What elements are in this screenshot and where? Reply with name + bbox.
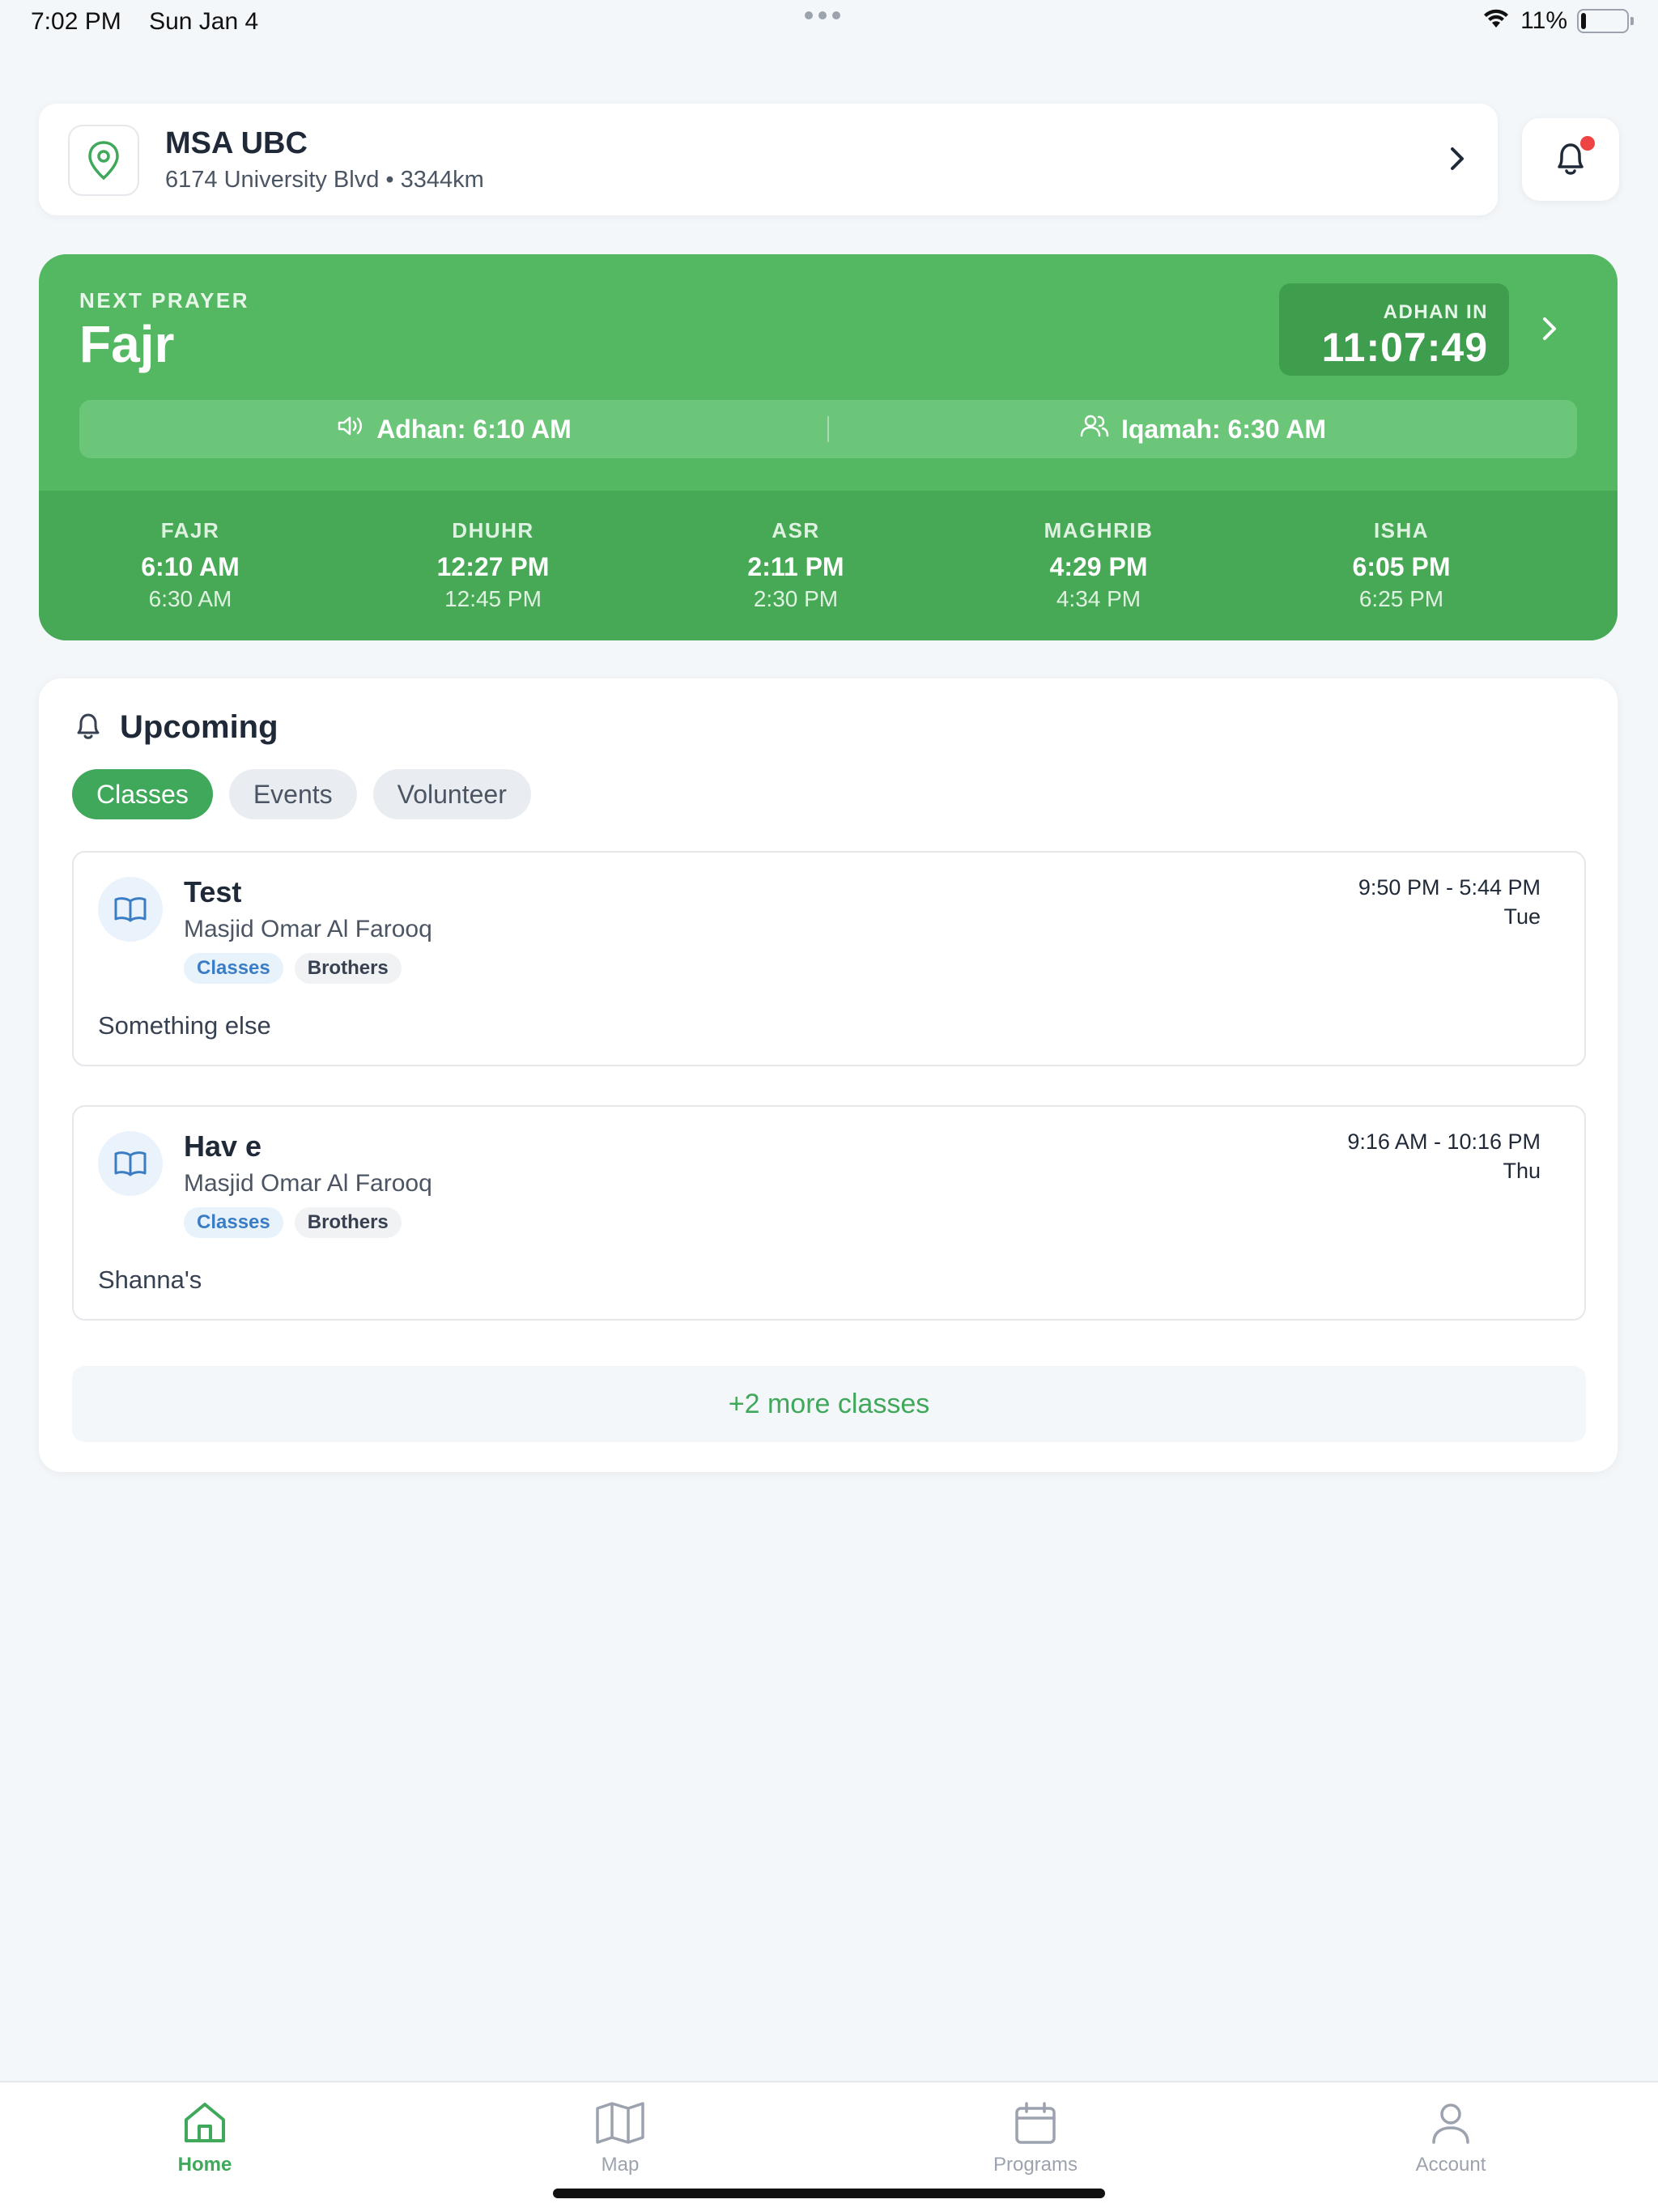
- class-location: Masjid Omar Al Farooq: [184, 1170, 432, 1197]
- class-day: Thu: [1503, 1159, 1541, 1183]
- upcoming-section: Upcoming Classes Events Volunteer Test M…: [39, 678, 1618, 1472]
- class-item[interactable]: Test Masjid Omar Al Farooq Classes Broth…: [72, 851, 1586, 1066]
- home-indicator[interactable]: [553, 2189, 1105, 2198]
- class-title: Test: [184, 875, 242, 908]
- nav-map[interactable]: Map: [539, 2094, 701, 2176]
- adhan-countdown: ADHAN IN 11:07:49: [1279, 283, 1509, 376]
- bell-icon: [73, 709, 104, 746]
- countdown-value: 11:07:49: [1321, 325, 1488, 370]
- book-icon: [98, 877, 163, 942]
- class-description: Something else: [98, 1011, 271, 1040]
- class-time: 9:16 AM - 10:16 PM: [1347, 1129, 1541, 1154]
- wifi-icon: [1482, 6, 1511, 36]
- nav-programs[interactable]: Programs: [954, 2094, 1116, 2176]
- notifications-button[interactable]: [1522, 118, 1619, 201]
- prayer-iqamah-time: 6:25 PM: [1358, 586, 1444, 611]
- user-icon: [1370, 2094, 1532, 2152]
- class-description: Shanna's: [98, 1266, 202, 1294]
- category-tag: Classes: [184, 1207, 283, 1238]
- class-item[interactable]: Hav e Masjid Omar Al Farooq Classes Brot…: [72, 1105, 1586, 1321]
- status-clock: 7:02 PM Sun Jan 4: [31, 8, 258, 36]
- upcoming-tabs: Classes Events Volunteer: [72, 769, 531, 819]
- users-icon: [1079, 413, 1110, 445]
- iqamah-text: Iqamah: 6:30 AM: [1120, 414, 1327, 444]
- prayer-name: ASR: [772, 518, 820, 542]
- location-pin-icon: [68, 125, 139, 196]
- status-bar: 7:02 PM Sun Jan 4 11%: [0, 0, 1658, 45]
- adhan-iqamah-bar: Adhan: 6:10 AM Iqamah: 6:30 AM: [79, 400, 1577, 458]
- class-tags: Classes Brothers: [184, 953, 402, 984]
- notification-badge: [1580, 136, 1595, 151]
- tab-events[interactable]: Events: [228, 769, 357, 819]
- more-classes-button[interactable]: +2 more classes: [72, 1366, 1586, 1442]
- class-title: Hav e: [184, 1129, 262, 1163]
- next-prayer-name: Fajr: [79, 315, 175, 373]
- prayer-adhan-time: 2:11 PM: [747, 552, 844, 581]
- home-icon: [124, 2094, 286, 2152]
- prayer-name: ISHA: [1373, 518, 1430, 542]
- prayer-iqamah-time: 6:30 AM: [148, 586, 232, 611]
- status-date: Sun Jan 4: [149, 8, 259, 35]
- class-day: Tue: [1503, 904, 1541, 929]
- prayer-adhan-time: 4:29 PM: [1049, 552, 1148, 581]
- location-name: MSA UBC: [165, 126, 308, 160]
- class-location: Masjid Omar Al Farooq: [184, 916, 432, 942]
- chevron-right-icon[interactable]: [1538, 313, 1561, 349]
- calendar-icon: [954, 2094, 1116, 2152]
- iqamah-time: Iqamah: 6:30 AM: [828, 400, 1577, 458]
- prayer-name: DHUHR: [452, 518, 534, 542]
- adhan-text: Adhan: 6:10 AM: [376, 414, 572, 444]
- map-icon: [539, 2094, 701, 2152]
- prayer-iqamah-time: 2:30 PM: [753, 586, 839, 611]
- next-prayer-label: NEXT PRAYER: [79, 288, 250, 313]
- speaker-icon: [336, 414, 365, 445]
- status-time: 7:02 PM: [31, 8, 121, 35]
- nav-account[interactable]: Account: [1370, 2094, 1532, 2176]
- battery-percent: 11%: [1520, 7, 1567, 34]
- nav-label: Account: [1415, 2154, 1486, 2176]
- chevron-right-icon: [1448, 144, 1467, 177]
- nav-label: Map: [601, 2154, 640, 2176]
- category-tag: Classes: [184, 953, 283, 984]
- audience-tag: Brothers: [294, 1207, 402, 1238]
- tab-volunteer[interactable]: Volunteer: [372, 769, 531, 819]
- location-selector[interactable]: MSA UBC 6174 University Blvd • 3344km: [39, 104, 1498, 215]
- nav-label: Programs: [993, 2154, 1078, 2176]
- next-prayer-card[interactable]: NEXT PRAYER Fajr ADHAN IN 11:07:49 Adhan…: [39, 254, 1618, 640]
- tab-classes[interactable]: Classes: [72, 769, 213, 819]
- location-address: 6174 University Blvd • 3344km: [165, 167, 484, 193]
- battery-icon: [1577, 9, 1634, 33]
- class-tags: Classes Brothers: [184, 1207, 402, 1238]
- prayer-adhan-time: 12:27 PM: [436, 552, 550, 581]
- countdown-label: ADHAN IN: [1383, 301, 1488, 323]
- nav-home[interactable]: Home: [124, 2094, 286, 2176]
- class-time: 9:50 PM - 5:44 PM: [1358, 875, 1541, 900]
- book-icon: [98, 1131, 163, 1196]
- multitasking-dots-icon[interactable]: [805, 11, 840, 19]
- prayer-iqamah-time: 12:45 PM: [444, 586, 542, 611]
- upcoming-header: Upcoming: [73, 709, 278, 746]
- prayer-name: FAJR: [160, 518, 220, 542]
- prayer-name: MAGHRIB: [1044, 518, 1154, 542]
- prayer-adhan-time: 6:05 PM: [1352, 552, 1451, 581]
- upcoming-title: Upcoming: [120, 709, 278, 745]
- status-indicators: 11%: [1482, 6, 1634, 36]
- nav-label: Home: [177, 2154, 232, 2176]
- audience-tag: Brothers: [294, 953, 402, 984]
- prayer-times-strip: FAJR 6:10 AM 6:30 AM DHUHR 12:27 PM 12:4…: [39, 491, 1618, 640]
- adhan-time: Adhan: 6:10 AM: [79, 400, 828, 458]
- prayer-iqamah-time: 4:34 PM: [1056, 586, 1141, 611]
- prayer-adhan-time: 6:10 AM: [141, 552, 240, 581]
